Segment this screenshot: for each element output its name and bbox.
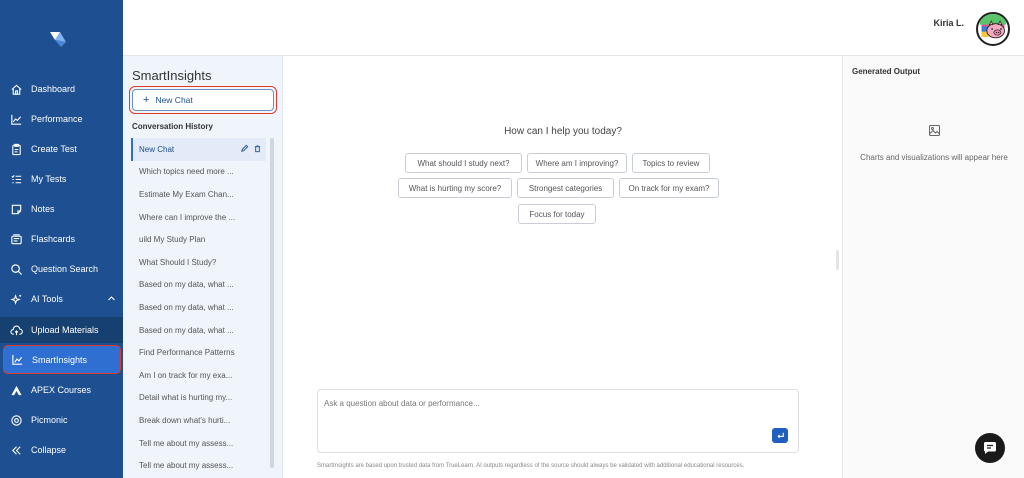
image-icon [929,125,940,136]
chevron-up-icon[interactable] [107,294,116,303]
nav-ai-tools-label: AI Tools [31,294,63,304]
suggestion-chip[interactable]: Where am I improving? [527,153,627,173]
nav-create-test-label: Create Test [31,144,77,154]
suggestion-chip[interactable]: Strongest categories [517,178,614,198]
new-chat-highlight: + New Chat [129,86,277,114]
history-item[interactable]: Based on my data, what ... [131,296,266,319]
new-chat-label: New Chat [155,95,193,105]
chat-bubble-icon [984,442,996,454]
nav-question-search[interactable]: Question Search [0,256,123,282]
double-chevron-left-icon [9,443,23,457]
history-scrollbar[interactable] [270,138,274,468]
history-item[interactable]: What Should I Study? [131,251,266,274]
plus-icon: + [143,94,150,106]
nav-flashcards-label: Flashcards [31,234,76,244]
apex-icon [9,383,23,397]
history-item[interactable]: Am I on track for my exa... [131,364,266,387]
resize-handle[interactable] [836,250,839,270]
history-title: Conversation History [132,122,213,131]
conversation-panel: SmartInsights + New Chat Conversation Hi… [123,56,283,478]
nav-collapse-label: Collapse [31,445,67,455]
user-name[interactable]: Kiria L. [933,18,964,28]
sparkle-icon [9,292,23,306]
nav-notes[interactable]: Notes [0,196,123,222]
chat-input[interactable] [324,396,764,410]
nav-apex-courses-label: APEX Courses [31,385,92,395]
send-button[interactable] [772,428,788,443]
chart-icon [10,353,24,367]
history-item-selected[interactable]: New Chat [131,138,266,161]
nav-dashboard-label: Dashboard [31,84,76,94]
note-icon [9,202,23,216]
nav-picmonic[interactable]: Picmonic [0,407,123,433]
clipboard-icon [9,142,23,156]
trash-icon[interactable] [253,144,262,153]
nav-apex-courses[interactable]: APEX Courses [0,377,123,403]
output-panel: Generated Output Charts and visualizatio… [842,56,1024,478]
history-list: New Chat Which topics need more ... Esti… [131,138,266,477]
nav-my-tests-label: My Tests [31,174,67,184]
nav-collapse[interactable]: Collapse [0,437,123,463]
prompt-title: How can I help you today? [504,126,622,137]
eye-icon [9,413,23,427]
nav-upload-materials-label: Upload Materials [31,325,99,335]
suggestion-chip[interactable]: What is hurting my score? [398,178,512,198]
pig-avatar-icon [979,14,1007,39]
line-chart-icon [9,112,23,126]
suggestion-chip[interactable]: What should I study next? [405,153,522,173]
suggestion-chip[interactable]: On track for my exam? [619,178,719,198]
history-item[interactable]: Break down what's hurti... [131,409,266,432]
nav-performance[interactable]: Performance [0,106,123,132]
nav-my-tests[interactable]: My Tests [0,166,123,192]
list-icon [9,172,23,186]
nav-notes-label: Notes [31,204,55,214]
nav-question-search-label: Question Search [31,264,99,274]
history-item[interactable]: Where can I improve the ... [131,206,266,229]
chat-support-button[interactable] [975,433,1005,463]
nav-smartinsights[interactable]: SmartInsights [3,345,121,374]
history-item[interactable]: uild My Study Plan [131,228,266,251]
history-item[interactable]: Estimate My Exam Chan... [131,183,266,206]
truelearn-logo[interactable] [47,28,69,50]
history-item-label: New Chat [139,144,175,154]
pencil-icon[interactable] [240,144,249,153]
panel-title: SmartInsights [132,68,212,83]
suggestion-chip[interactable]: Topics to review [632,153,710,173]
avatar[interactable] [976,12,1010,46]
chat-input-box [317,389,799,453]
history-item[interactable]: Tell me about my assess... [131,454,266,477]
nav-picmonic-label: Picmonic [31,415,68,425]
disclaimer: SmartInsights are based upon trusted dat… [317,463,745,469]
cloud-upload-icon [9,323,23,337]
flashcards-icon [9,232,23,246]
top-bar: Kiria L. [123,0,1024,56]
new-chat-button[interactable]: + New Chat [132,89,274,111]
enter-icon [776,432,784,439]
sidebar: Dashboard Performance Create Test My Tes… [0,0,123,478]
history-item[interactable]: Tell me about my assess... [131,432,266,455]
nav-flashcards[interactable]: Flashcards [0,226,123,252]
nav-ai-tools[interactable]: AI Tools [0,286,123,312]
history-item[interactable]: Detail what is hurting my... [131,387,266,410]
output-placeholder: Charts and visualizations will appear he… [860,153,1008,162]
nav-upload-materials[interactable]: Upload Materials [0,317,123,343]
history-item[interactable]: Find Performance Patterns [131,341,266,364]
home-icon [9,82,23,96]
suggestion-chip[interactable]: Focus for today [518,204,596,224]
history-item[interactable]: Which topics need more ... [131,161,266,184]
chat-main: How can I help you today? What should I … [283,56,843,478]
history-item[interactable]: Based on my data, what ... [131,319,266,342]
search-icon [9,262,23,276]
history-item[interactable]: Based on my data, what ... [131,274,266,297]
output-title: Generated Output [852,67,921,76]
nav-smartinsights-label: SmartInsights [32,354,88,365]
nav-dashboard[interactable]: Dashboard [0,76,123,102]
nav-performance-label: Performance [31,114,83,124]
nav-create-test[interactable]: Create Test [0,136,123,162]
